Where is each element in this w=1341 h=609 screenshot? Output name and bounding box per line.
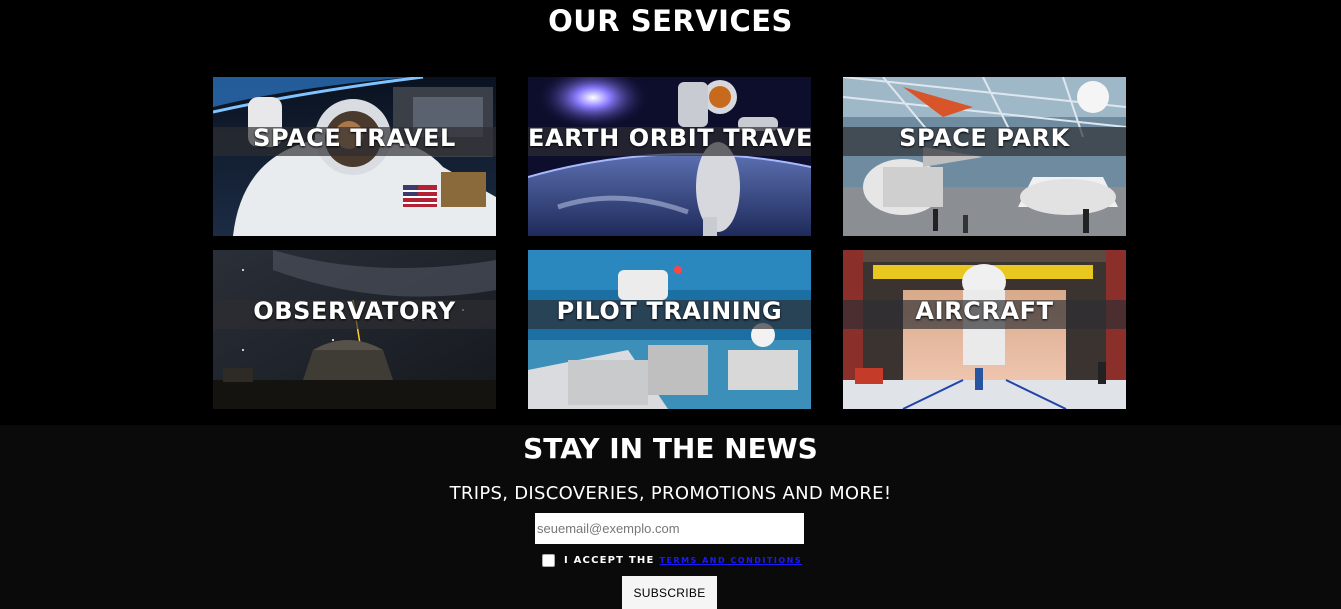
- pilot-training-photo: [528, 250, 811, 409]
- astronaut-photo: [213, 77, 496, 236]
- service-label: OBSERVATORY: [253, 297, 456, 325]
- terms-and-conditions-link[interactable]: TERMS AND CONDITIONS: [660, 556, 803, 565]
- newsletter-subtitle: TRIPS, DISCOVERIES, PROMOTIONS AND MORE!: [449, 483, 892, 504]
- service-card-observatory[interactable]: OBSERVATORY: [213, 250, 496, 409]
- service-label: EARTH ORBIT TRAVEL: [528, 124, 811, 152]
- aircraft-hangar-photo: [843, 250, 1126, 409]
- service-label: AIRCRAFT: [915, 297, 1054, 325]
- observatory-photo: [213, 250, 496, 409]
- newsletter-section: STAY IN THE NEWS TRIPS, DISCOVERIES, PRO…: [0, 425, 1341, 609]
- newsletter-title: STAY IN THE NEWS: [523, 432, 818, 465]
- space-park-photo: [843, 77, 1126, 236]
- accept-terms-label: I ACCEPT THE: [564, 554, 655, 566]
- terms-row: I ACCEPT THE TERMS AND CONDITIONS: [541, 552, 802, 568]
- email-input[interactable]: [535, 513, 804, 544]
- service-card-earth-orbit-travel[interactable]: EARTH ORBIT TRAVEL: [528, 77, 811, 236]
- service-card-pilot-training[interactable]: PILOT TRAINING: [528, 250, 811, 409]
- service-card-space-park[interactable]: SPACE PARK: [843, 77, 1126, 236]
- services-title: OUR SERVICES: [548, 4, 793, 38]
- service-card-aircraft[interactable]: AIRCRAFT: [843, 250, 1126, 409]
- subscribe-button[interactable]: SUBSCRIBE: [622, 576, 717, 609]
- services-section: OUR SERVICES SPACE TRAVEL EARTH ORBIT TR…: [0, 0, 1341, 425]
- service-label: PILOT TRAINING: [556, 297, 783, 325]
- accept-terms-checkbox[interactable]: [542, 553, 555, 567]
- earth-orbit-photo: [528, 77, 811, 236]
- service-label: SPACE PARK: [899, 124, 1070, 152]
- service-card-space-travel[interactable]: SPACE TRAVEL: [213, 77, 496, 236]
- service-label: SPACE TRAVEL: [253, 124, 456, 152]
